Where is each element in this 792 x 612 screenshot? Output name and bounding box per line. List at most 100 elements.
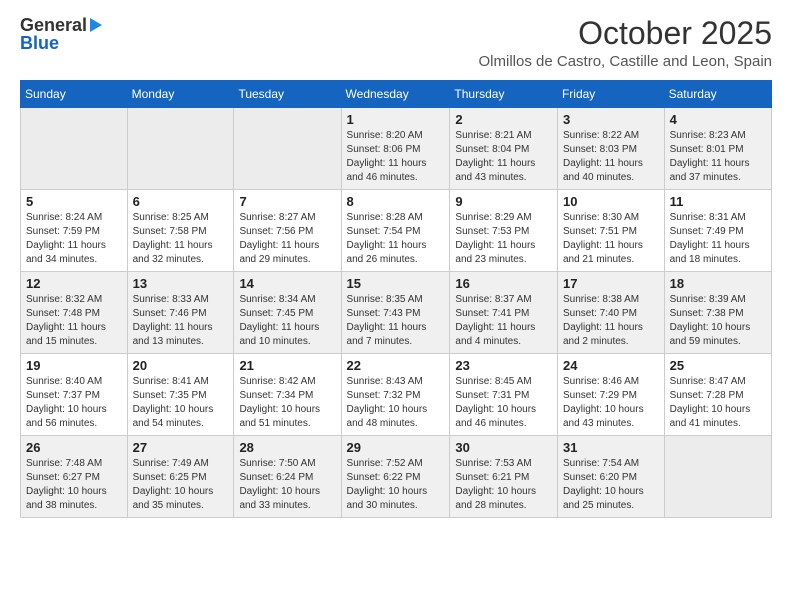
table-cell: 24 Sunrise: 8:46 AMSunset: 7:29 PMDayligh… — [557, 354, 664, 436]
table-cell: 14 Sunrise: 8:34 AMSunset: 7:45 PMDayligh… — [234, 272, 341, 354]
day-info: Sunrise: 8:21 AMSunset: 8:04 PMDaylight:… — [455, 129, 552, 185]
table-cell: 31Sunrise: 7:54 AMSunset: 6:20 PMDayligh… — [557, 436, 664, 518]
day-info: Sunrise: 8:28 AMSunset: 7:54 PMDaylight:… — [347, 211, 445, 267]
header: General Blue October 2025 Olmillos de Ca… — [20, 16, 772, 70]
day-info: Sunrise: 8:40 AMSunset: 7:37 PMDaylight:… — [26, 375, 122, 431]
table-cell: 11Sunrise: 8:31 AMSunset: 7:49 PMDayligh… — [664, 190, 771, 272]
day-number: 16 — [455, 276, 552, 291]
day-info: Sunrise: 7:50 AMSunset: 6:24 PMDaylight:… — [239, 457, 335, 513]
calendar-header-row: Sunday Monday Tuesday Wednesday Thursday… — [21, 81, 772, 108]
table-cell: 5Sunrise: 8:24 AMSunset: 7:59 PMDaylight… — [21, 190, 128, 272]
day-info: Sunrise: 8:39 AMSunset: 7:38 PMDaylight:… — [670, 293, 766, 349]
table-cell: 2 Sunrise: 8:21 AMSunset: 8:04 PMDaylight… — [450, 108, 558, 190]
day-number: 15 — [347, 276, 445, 291]
table-cell: 28 Sunrise: 7:50 AMSunset: 6:24 PMDayligh… — [234, 436, 341, 518]
day-info: Sunrise: 8:46 AMSunset: 7:29 PMDaylight:… — [563, 375, 659, 431]
day-number: 5 — [26, 194, 122, 209]
day-number: 24 — [563, 358, 659, 373]
week-row-1: 5Sunrise: 8:24 AMSunset: 7:59 PMDaylight… — [21, 190, 772, 272]
col-tuesday: Tuesday — [234, 81, 341, 108]
day-info: Sunrise: 8:32 AMSunset: 7:48 PMDaylight:… — [26, 293, 122, 349]
subtitle: Olmillos de Castro, Castille and Leon, S… — [479, 53, 772, 70]
day-number: 20 — [133, 358, 229, 373]
day-info: Sunrise: 7:52 AMSunset: 6:22 PMDaylight:… — [347, 457, 445, 513]
day-info: Sunrise: 8:25 AMSunset: 7:58 PMDaylight:… — [133, 211, 229, 267]
table-cell: 20 Sunrise: 8:41 AMSunset: 7:35 PMDayligh… — [127, 354, 234, 436]
table-cell: 21Sunrise: 8:42 AMSunset: 7:34 PMDayligh… — [234, 354, 341, 436]
calendar-table: Sunday Monday Tuesday Wednesday Thursday… — [20, 80, 772, 518]
day-info: Sunrise: 8:37 AMSunset: 7:41 PMDaylight:… — [455, 293, 552, 349]
day-number: 3 — [563, 112, 659, 127]
day-number: 10 — [563, 194, 659, 209]
table-cell: 19Sunrise: 8:40 AMSunset: 7:37 PMDayligh… — [21, 354, 128, 436]
logo-blue-text: Blue — [20, 34, 59, 52]
day-number: 4 — [670, 112, 766, 127]
table-cell: 30Sunrise: 7:53 AMSunset: 6:21 PMDayligh… — [450, 436, 558, 518]
table-cell: 10 Sunrise: 8:30 AMSunset: 7:51 PMDayligh… — [557, 190, 664, 272]
day-info: Sunrise: 8:45 AMSunset: 7:31 PMDaylight:… — [455, 375, 552, 431]
day-number: 14 — [239, 276, 335, 291]
day-number: 22 — [347, 358, 445, 373]
title-section: October 2025 Olmillos de Castro, Castill… — [479, 16, 772, 70]
day-info: Sunrise: 7:53 AMSunset: 6:21 PMDaylight:… — [455, 457, 552, 513]
table-cell — [21, 108, 128, 190]
day-number: 13 — [133, 276, 229, 291]
table-cell: 9 Sunrise: 8:29 AMSunset: 7:53 PMDaylight… — [450, 190, 558, 272]
col-thursday: Thursday — [450, 81, 558, 108]
day-number: 2 — [455, 112, 552, 127]
table-cell — [127, 108, 234, 190]
day-number: 6 — [133, 194, 229, 209]
table-cell: 15Sunrise: 8:35 AMSunset: 7:43 PMDayligh… — [341, 272, 450, 354]
day-info: Sunrise: 8:27 AMSunset: 7:56 PMDaylight:… — [239, 211, 335, 267]
table-cell: 23 Sunrise: 8:45 AMSunset: 7:31 PMDayligh… — [450, 354, 558, 436]
table-cell — [234, 108, 341, 190]
col-friday: Friday — [557, 81, 664, 108]
day-info: Sunrise: 8:31 AMSunset: 7:49 PMDaylight:… — [670, 211, 766, 267]
day-number: 28 — [239, 440, 335, 455]
week-row-2: 12 Sunrise: 8:32 AMSunset: 7:48 PMDayligh… — [21, 272, 772, 354]
day-number: 12 — [26, 276, 122, 291]
day-info: Sunrise: 8:22 AMSunset: 8:03 PMDaylight:… — [563, 129, 659, 185]
table-cell: 29 Sunrise: 7:52 AMSunset: 6:22 PMDayligh… — [341, 436, 450, 518]
day-number: 17 — [563, 276, 659, 291]
day-number: 25 — [670, 358, 766, 373]
day-info: Sunrise: 8:34 AMSunset: 7:45 PMDaylight:… — [239, 293, 335, 349]
col-monday: Monday — [127, 81, 234, 108]
day-info: Sunrise: 8:20 AMSunset: 8:06 PMDaylight:… — [347, 129, 445, 185]
col-wednesday: Wednesday — [341, 81, 450, 108]
day-number: 29 — [347, 440, 445, 455]
day-info: Sunrise: 8:30 AMSunset: 7:51 PMDaylight:… — [563, 211, 659, 267]
table-cell: 17 Sunrise: 8:38 AMSunset: 7:40 PMDayligh… — [557, 272, 664, 354]
day-info: Sunrise: 7:49 AMSunset: 6:25 PMDaylight:… — [133, 457, 229, 513]
table-cell — [664, 436, 771, 518]
day-number: 8 — [347, 194, 445, 209]
day-info: Sunrise: 7:48 AMSunset: 6:27 PMDaylight:… — [26, 457, 122, 513]
main-title: October 2025 — [479, 16, 772, 51]
logo: General Blue — [20, 16, 102, 52]
day-info: Sunrise: 8:38 AMSunset: 7:40 PMDaylight:… — [563, 293, 659, 349]
day-number: 23 — [455, 358, 552, 373]
day-info: Sunrise: 8:43 AMSunset: 7:32 PMDaylight:… — [347, 375, 445, 431]
table-cell: 26Sunrise: 7:48 AMSunset: 6:27 PMDayligh… — [21, 436, 128, 518]
day-number: 9 — [455, 194, 552, 209]
table-cell: 4 Sunrise: 8:23 AMSunset: 8:01 PMDaylight… — [664, 108, 771, 190]
day-info: Sunrise: 8:29 AMSunset: 7:53 PMDaylight:… — [455, 211, 552, 267]
day-number: 1 — [347, 112, 445, 127]
day-info: Sunrise: 8:33 AMSunset: 7:46 PMDaylight:… — [133, 293, 229, 349]
table-cell: 18Sunrise: 8:39 AMSunset: 7:38 PMDayligh… — [664, 272, 771, 354]
table-cell: 1 Sunrise: 8:20 AMSunset: 8:06 PMDaylight… — [341, 108, 450, 190]
day-info: Sunrise: 8:47 AMSunset: 7:28 PMDaylight:… — [670, 375, 766, 431]
table-cell: 25 Sunrise: 8:47 AMSunset: 7:28 PMDayligh… — [664, 354, 771, 436]
day-info: Sunrise: 8:41 AMSunset: 7:35 PMDaylight:… — [133, 375, 229, 431]
day-number: 7 — [239, 194, 335, 209]
table-cell: 8 Sunrise: 8:28 AMSunset: 7:54 PMDaylight… — [341, 190, 450, 272]
day-info: Sunrise: 8:23 AMSunset: 8:01 PMDaylight:… — [670, 129, 766, 185]
col-saturday: Saturday — [664, 81, 771, 108]
col-sunday: Sunday — [21, 81, 128, 108]
table-cell: 22 Sunrise: 8:43 AMSunset: 7:32 PMDayligh… — [341, 354, 450, 436]
table-cell: 7 Sunrise: 8:27 AMSunset: 7:56 PMDaylight… — [234, 190, 341, 272]
calendar-page: General Blue October 2025 Olmillos de Ca… — [0, 0, 792, 612]
logo-triangle-icon — [90, 18, 102, 32]
table-cell: 6 Sunrise: 8:25 AMSunset: 7:58 PMDaylight… — [127, 190, 234, 272]
day-info: Sunrise: 8:42 AMSunset: 7:34 PMDaylight:… — [239, 375, 335, 431]
